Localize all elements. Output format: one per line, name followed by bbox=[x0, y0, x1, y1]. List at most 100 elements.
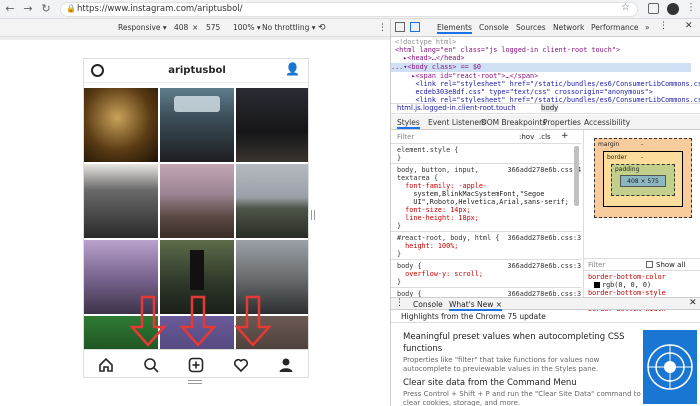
avatar[interactable] bbox=[667, 3, 679, 15]
whats-new-header: Highlights from the Chrome 75 update bbox=[391, 310, 700, 323]
dimension-separator: × bbox=[192, 23, 199, 32]
resize-handle-bottom[interactable] bbox=[188, 380, 202, 384]
profile-icon[interactable] bbox=[278, 357, 294, 373]
search-icon[interactable] bbox=[143, 357, 159, 373]
close-icon[interactable]: ✕ bbox=[689, 298, 697, 308]
new-post-icon[interactable] bbox=[188, 357, 204, 373]
divider bbox=[584, 258, 700, 259]
computed-prop[interactable]: border-bottom-color bbox=[588, 273, 666, 281]
css-rule-line[interactable]: body { 366add278e6b.css:3 bbox=[397, 262, 581, 270]
styles-filter-input[interactable]: Filter bbox=[397, 133, 414, 141]
throttle-select[interactable]: No throttling ▾ bbox=[262, 23, 316, 32]
tab-properties[interactable]: Properties bbox=[543, 118, 581, 127]
post-thumbnail[interactable] bbox=[236, 88, 308, 162]
css-rule-line[interactable]: body, button, input, 366add278e6b.css:4 bbox=[397, 166, 581, 174]
css-rule-line[interactable]: } bbox=[397, 278, 401, 286]
computed-filter-input[interactable]: Filter bbox=[588, 261, 605, 269]
reload-icon[interactable]: ↻ bbox=[40, 3, 52, 15]
computed-value: rgb(0, 0, 0) bbox=[602, 281, 652, 289]
css-rule-line[interactable]: system,BlinkMacSystemFont,"Segoe bbox=[397, 190, 544, 198]
tab-elements[interactable]: Elements bbox=[437, 23, 472, 34]
whats-new-title[interactable]: Clear site data from the Command Menu bbox=[403, 378, 641, 388]
rotate-icon[interactable]: ⟲ bbox=[318, 23, 326, 33]
css-rule-line[interactable]: textarea { bbox=[397, 174, 438, 182]
css-rule-line[interactable]: font-size: 14px; bbox=[397, 206, 471, 214]
tab-network[interactable]: Network bbox=[553, 23, 584, 32]
zoom-select[interactable]: 100% ▾ bbox=[233, 23, 261, 32]
menu-dots-icon[interactable]: ⋮ bbox=[659, 21, 668, 31]
arrow-down-icon bbox=[179, 295, 217, 347]
tab-sources[interactable]: Sources bbox=[516, 23, 546, 32]
add-user-icon[interactable]: 👤 bbox=[285, 62, 300, 76]
bottom-navigation bbox=[84, 349, 308, 377]
close-icon[interactable]: ✕ bbox=[685, 21, 693, 31]
post-thumbnail[interactable] bbox=[160, 164, 234, 238]
whats-new-desc: Press Control + Shift + P and run the "C… bbox=[403, 390, 641, 406]
dom-line[interactable]: <!doctype html> bbox=[395, 38, 456, 46]
device-select[interactable]: Responsive ▾ bbox=[118, 23, 167, 32]
css-rule-line[interactable]: UI",Roboto,Helvetica,Arial,sans-serif; bbox=[397, 198, 569, 206]
dom-line[interactable]: ▸<head>…</head> bbox=[395, 54, 464, 62]
home-icon[interactable] bbox=[98, 357, 114, 373]
arrow-right-icon[interactable]: → bbox=[22, 3, 34, 15]
show-all-checkbox[interactable] bbox=[646, 261, 653, 268]
width-input[interactable]: 408 bbox=[174, 23, 188, 32]
post-thumbnail[interactable] bbox=[84, 164, 158, 238]
hov-toggle[interactable]: :hov bbox=[519, 133, 534, 141]
show-all-label: Show all bbox=[656, 261, 686, 269]
activity-icon[interactable] bbox=[233, 357, 249, 373]
tab-dom-breakpoints[interactable]: DOM Breakpoints bbox=[481, 118, 546, 127]
dom-line[interactable]: ▸<span id="react-root">…</span> bbox=[395, 72, 538, 80]
tab-accessibility[interactable]: Accessibility bbox=[584, 118, 630, 127]
tab-styles[interactable]: Styles bbox=[397, 118, 420, 129]
inspect-icon[interactable] bbox=[395, 22, 405, 32]
drawer-tabs: ⋮ Console What's New × ✕ bbox=[391, 297, 700, 311]
breadcrumb-item[interactable]: body bbox=[541, 104, 559, 112]
extension-icon[interactable] bbox=[648, 3, 659, 14]
box-model-padding: padding 408 × 575 bbox=[611, 164, 675, 196]
tab-performance[interactable]: Performance bbox=[591, 23, 639, 32]
device-toggle-icon[interactable] bbox=[410, 22, 420, 32]
whats-new-desc: Properties like "filter" that take funct… bbox=[403, 356, 600, 373]
scrollbar[interactable] bbox=[574, 146, 579, 206]
css-rule-line[interactable]: line-height: 18px; bbox=[397, 214, 479, 222]
post-thumbnail[interactable] bbox=[160, 88, 234, 162]
dom-line[interactable]: ecdeb303e8df.css" type="text/css" crosso… bbox=[395, 88, 652, 96]
resize-handle[interactable] bbox=[311, 210, 315, 220]
arrow-left-icon[interactable]: ← bbox=[4, 3, 16, 15]
css-rule-line[interactable]: } bbox=[397, 250, 401, 258]
tab-more[interactable]: » bbox=[645, 23, 650, 32]
menu-dots-icon[interactable]: ⋮ bbox=[378, 23, 387, 33]
add-rule-button[interactable]: + bbox=[561, 131, 569, 141]
dom-line-selected[interactable]: ...▾<body class> == $0 bbox=[391, 63, 691, 72]
post-thumbnail[interactable] bbox=[84, 88, 158, 162]
divider bbox=[391, 231, 581, 232]
css-rule-line[interactable]: overflow-y: scroll; bbox=[397, 270, 483, 278]
divider bbox=[391, 287, 581, 288]
tab-event-listeners[interactable]: Event Listeners bbox=[428, 118, 486, 127]
breadcrumb-item[interactable]: html.js.logged-in.client-root.touch bbox=[397, 104, 516, 112]
arrow-down-icon bbox=[234, 295, 272, 347]
post-thumbnail[interactable] bbox=[236, 164, 308, 238]
menu-dots-icon[interactable]: ⋮ bbox=[686, 2, 696, 13]
menu-dots-icon[interactable]: ⋮ bbox=[395, 298, 404, 308]
dom-line[interactable]: <html lang="en" class="js logged-in clie… bbox=[395, 46, 620, 54]
devtools-panel: Elements Console Sources Network Perform… bbox=[390, 19, 700, 406]
color-swatch[interactable] bbox=[594, 282, 600, 288]
height-input[interactable]: 575 bbox=[206, 23, 220, 32]
drawer-tab-console[interactable]: Console bbox=[413, 300, 443, 309]
computed-prop[interactable]: border-bottom-style bbox=[588, 289, 666, 297]
css-rule-line[interactable]: } bbox=[397, 222, 401, 230]
css-rule-line[interactable]: font-family: -apple- bbox=[397, 182, 487, 190]
dom-line[interactable]: <link rel="stylesheet" href="/static/bun… bbox=[395, 80, 700, 88]
css-rule-line[interactable]: height: 100%; bbox=[397, 242, 458, 250]
tab-console[interactable]: Console bbox=[479, 23, 509, 32]
css-rule-line[interactable]: element.style { bbox=[397, 146, 458, 154]
css-rule-line[interactable]: #react-root, body, html { 366add278e6b.c… bbox=[397, 234, 581, 242]
cls-toggle[interactable]: .cls bbox=[539, 133, 551, 141]
star-icon[interactable]: ☆ bbox=[621, 2, 630, 13]
profile-username: ariptusbol bbox=[168, 65, 226, 76]
box-model-border: border - padding 408 × 575 bbox=[603, 151, 683, 207]
css-rule-line[interactable]: } bbox=[397, 154, 401, 162]
whats-new-title[interactable]: Meaningful preset values when autocomple… bbox=[403, 331, 641, 355]
